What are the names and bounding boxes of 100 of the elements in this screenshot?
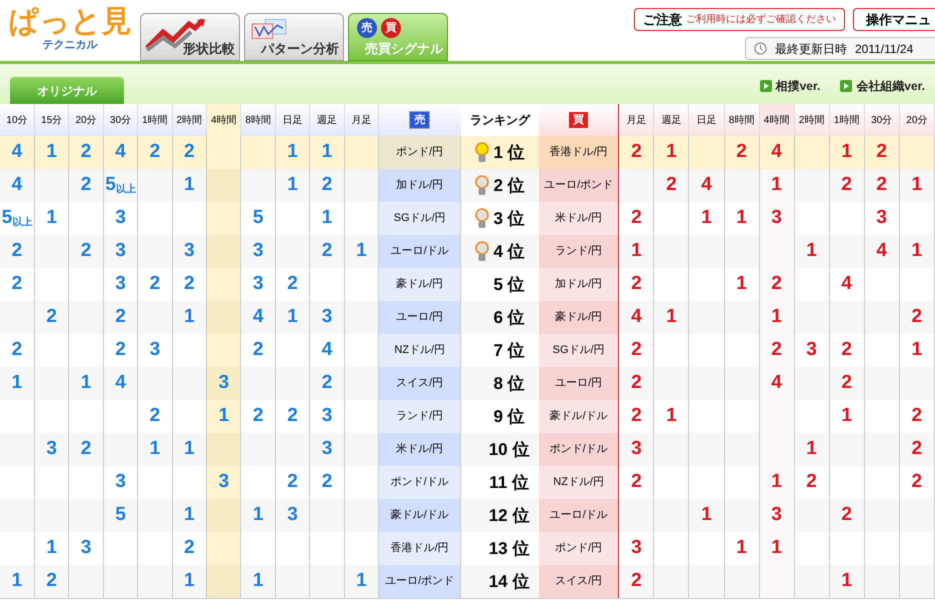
ranking-row[interactable]: 4 2 5$_{以上}$ 1 1 2 加ドル/円 2 位 ユーロ/ポンド 2 4 1 2 2 1 bbox=[0, 169, 934, 202]
rank-text: 10 位 bbox=[488, 438, 530, 461]
table-cell bbox=[206, 433, 241, 466]
signal-count: 3 bbox=[631, 536, 642, 558]
signal-count: 1 bbox=[666, 140, 677, 162]
rank-text: 7 位 bbox=[493, 340, 525, 362]
signal-count: 2 bbox=[631, 272, 642, 294]
signal-count: 1 bbox=[287, 306, 298, 326]
column-header: ランキング bbox=[460, 104, 539, 136]
signal-count: 2 bbox=[631, 470, 642, 492]
signal-count: 1 bbox=[218, 404, 230, 426]
rank-text: 14 位 bbox=[488, 570, 530, 593]
signal-count: 3 bbox=[806, 338, 817, 360]
ranking-row[interactable]: 3 3 2 2 ポンド/ドル 11 位 NZドル/円 2 1 2 2 bbox=[0, 466, 934, 499]
signal-count: 4 bbox=[771, 140, 782, 162]
column-header: 月足 bbox=[618, 104, 654, 136]
signal-count: 1 bbox=[287, 140, 298, 162]
sell-pair: 香港ドル/円 bbox=[378, 532, 461, 565]
signal-count: 4 bbox=[252, 306, 264, 326]
signal-count: 1 bbox=[701, 504, 712, 524]
column-header: 日足 bbox=[275, 104, 310, 136]
rank-text: 6 位 bbox=[493, 306, 525, 329]
ranking-row[interactable]: 2 3 2 2 3 2 豪ドル/円 5 位 加ドル/円 2 1 2 4 bbox=[0, 268, 934, 301]
notice-button[interactable]: ご注意 ご利用時には必ずご確認ください bbox=[634, 8, 845, 31]
signal-count: 2 bbox=[876, 140, 887, 162]
signal-count: 3 bbox=[631, 438, 642, 458]
signal-count: 2 bbox=[666, 174, 677, 194]
column-header: 週足 bbox=[654, 104, 689, 136]
column-header: 週足 bbox=[310, 104, 344, 136]
signal-count: 2 bbox=[806, 470, 817, 492]
sell-pair: 米ドル/円 bbox=[378, 433, 461, 466]
signal-count: 1 bbox=[12, 372, 22, 392]
sell-pair: 加ドル/円 bbox=[378, 169, 461, 202]
signal-count: 3 bbox=[80, 536, 92, 558]
signal-count: 1 bbox=[356, 570, 367, 590]
nav-tab[interactable]: 売 買 売買シグナル bbox=[348, 13, 448, 61]
ranking-row[interactable]: 5 1 1 3 豪ドル/ドル 12 位 ユーロ/ドル 1 3 2 bbox=[0, 499, 934, 532]
rank-text: 2 位 bbox=[493, 174, 525, 197]
signal-count: 2 bbox=[252, 338, 264, 360]
ranking-row[interactable]: 2 2 3 2 4 NZドル/円 7 位 SGドル/円 2 2 3 2 1 bbox=[0, 334, 934, 367]
ranking-row[interactable]: 5$_{以上}$ 1 3 5 1 SGドル/円 3 位 米ドル/円 2 1 1 3 3 bbox=[0, 202, 934, 235]
version-link[interactable]: 相撲ver. bbox=[760, 77, 820, 95]
signal-count: 2 bbox=[184, 140, 195, 162]
sell-pair: 豪ドル/ドル bbox=[378, 499, 461, 532]
rank-text: 4 位 bbox=[493, 240, 525, 263]
nav-tab[interactable]: 形状比較 bbox=[140, 13, 240, 61]
ranking-row[interactable]: 2 2 3 3 3 2 1 ユーロ/ドル 4 位 ランド/円 1 1 4 1 bbox=[0, 235, 934, 268]
signal-count: 2 bbox=[46, 570, 57, 590]
ranking-row[interactable]: 4 1 2 4 2 2 1 1 ポンド/円 1 位 香港ドル/円 2 1 2 4 1 2 bbox=[0, 136, 934, 169]
signal-count: 2 bbox=[631, 338, 642, 360]
notice-title: ご注意 bbox=[643, 10, 682, 29]
ranking-row[interactable]: 1 1 4 3 2 スイス/円 8 位 ユーロ/円 2 4 2 bbox=[0, 367, 934, 400]
signal-count: 1 bbox=[771, 536, 782, 558]
signal-count: 2 bbox=[841, 174, 852, 194]
clock-icon bbox=[754, 42, 767, 55]
signal-count: 3 bbox=[771, 504, 782, 524]
ranking-row[interactable]: 1 3 2 香港ドル/円 13 位 ポンド/円 3 1 1 bbox=[0, 532, 934, 565]
signal-count: 1 bbox=[736, 536, 747, 558]
table-cell bbox=[206, 235, 241, 268]
signal-count: 3 bbox=[115, 240, 126, 260]
signal-count: 3 bbox=[184, 240, 195, 260]
ranking-row[interactable]: 1 2 1 1 1 ユーロ/ポンド 14 位 スイス/円 2 1 bbox=[0, 565, 934, 598]
signal-count: 1 bbox=[322, 140, 332, 162]
sell-pair: ユーロ/円 bbox=[378, 301, 461, 334]
manual-button[interactable]: 操作マニュ bbox=[853, 8, 935, 31]
table-cell bbox=[206, 499, 241, 532]
column-header: 4時間 bbox=[759, 104, 794, 136]
signal-count: 2 bbox=[876, 174, 887, 194]
buy-pair: ランド/円 bbox=[538, 235, 619, 268]
signal-count: 3 bbox=[218, 470, 230, 492]
version-link[interactable]: 会社組織ver. bbox=[840, 77, 925, 95]
signal-count: 1 bbox=[701, 206, 712, 228]
ranking-row[interactable]: 2 2 1 4 1 3 ユーロ/円 6 位 豪ドル/円 4 1 1 2 bbox=[0, 301, 934, 334]
buy-pair: 加ドル/円 bbox=[538, 268, 619, 301]
signal-count: 2 bbox=[287, 470, 298, 492]
sell-pair: NZドル/円 bbox=[378, 334, 461, 367]
buy-pair: ユーロ/ドル bbox=[538, 499, 619, 532]
signal-count: 3 bbox=[252, 240, 264, 260]
signal-count: 1 bbox=[736, 272, 747, 294]
rank-text: 1 位 bbox=[493, 142, 525, 164]
signal-count: 2 bbox=[115, 306, 126, 326]
sell-pair: スイス/円 bbox=[378, 367, 461, 400]
column-header: 30分 bbox=[103, 104, 138, 136]
signal-count: 1 bbox=[184, 570, 195, 590]
signal-count: 4 bbox=[876, 240, 887, 260]
column-header: 4時間 bbox=[206, 104, 241, 136]
rank-text: 13 位 bbox=[488, 538, 530, 560]
signal-count: 2 bbox=[912, 470, 922, 492]
column-header: 15分 bbox=[34, 104, 69, 136]
signal-count: 2 bbox=[12, 338, 22, 360]
ranking-row[interactable]: 2 1 2 2 3 ランド/円 9 位 豪ドル/ドル 2 1 1 2 bbox=[0, 400, 934, 433]
signal-count: 1 bbox=[150, 438, 160, 458]
buy-pair: スイス/円 bbox=[538, 565, 619, 598]
signal-count: 3 bbox=[252, 272, 264, 294]
signal-count: 1 bbox=[184, 438, 195, 458]
nav-tab[interactable]: パターン分析 bbox=[244, 13, 344, 61]
buy-pair: 米ドル/円 bbox=[538, 202, 619, 235]
signal-count: 1 bbox=[912, 240, 922, 260]
buy-pair: SGドル/円 bbox=[538, 334, 619, 367]
ranking-row[interactable]: 3 2 1 1 3 米ドル/円 10 位 ポンド/ドル 3 1 2 bbox=[0, 433, 934, 466]
